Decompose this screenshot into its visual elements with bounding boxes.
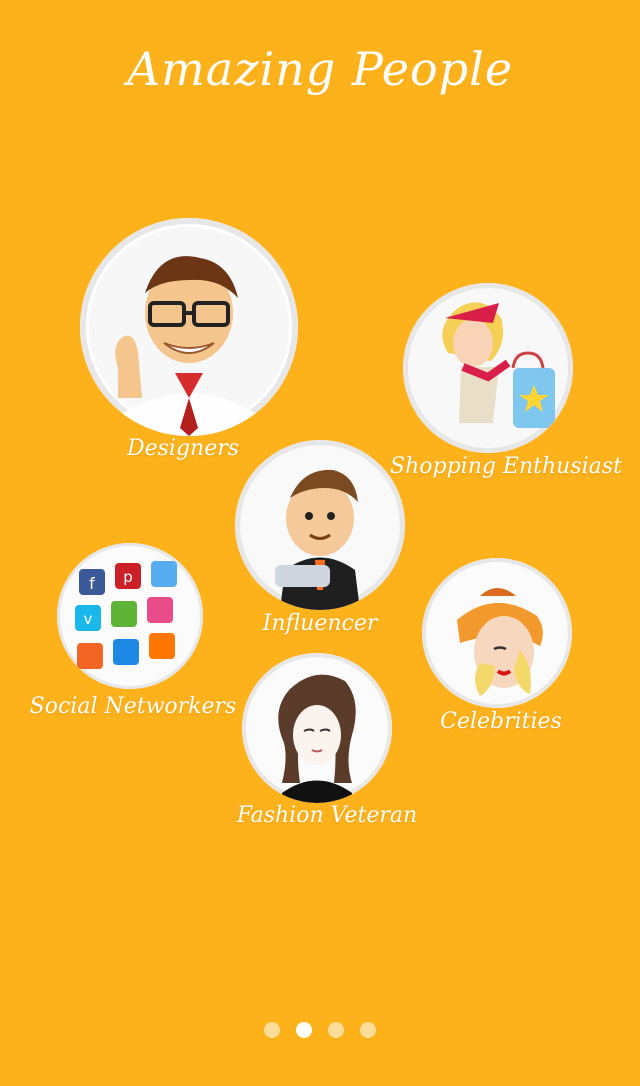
svg-text:p: p bbox=[123, 568, 133, 586]
page-dot-1[interactable] bbox=[264, 1022, 280, 1038]
page-dot-2[interactable] bbox=[296, 1022, 312, 1038]
social-networks-icon: f p v bbox=[60, 546, 200, 686]
shopper-avatar-icon bbox=[408, 288, 568, 448]
celebrity-avatar-icon bbox=[426, 562, 568, 704]
fashion-veteran-label[interactable]: Fashion Veteran bbox=[230, 803, 424, 828]
designer-avatar-icon bbox=[89, 227, 289, 436]
shopping-enthusiast-bubble[interactable] bbox=[403, 283, 573, 453]
page-indicator bbox=[0, 1022, 640, 1038]
page-dot-3[interactable] bbox=[328, 1022, 344, 1038]
designers-bubble[interactable] bbox=[80, 218, 298, 436]
social-networkers-label[interactable]: Social Networkers bbox=[28, 694, 238, 719]
fashion-veteran-bubble[interactable] bbox=[242, 653, 392, 803]
social-networkers-bubble[interactable]: f p v bbox=[57, 543, 203, 689]
svg-text:f: f bbox=[89, 574, 95, 593]
influencer-avatar-icon bbox=[240, 445, 400, 610]
page-title: Amazing People bbox=[126, 42, 514, 96]
celebrities-bubble[interactable] bbox=[422, 558, 572, 708]
shopping-enthusiast-label[interactable]: Shopping Enthusiast bbox=[390, 454, 622, 479]
celebrities-label[interactable]: Celebrities bbox=[435, 709, 567, 734]
page-dot-4[interactable] bbox=[360, 1022, 376, 1038]
fashion-veteran-avatar-icon bbox=[246, 657, 388, 803]
influencer-bubble[interactable] bbox=[235, 440, 405, 610]
svg-text:v: v bbox=[84, 610, 93, 628]
influencer-label[interactable]: Influencer bbox=[240, 611, 400, 636]
